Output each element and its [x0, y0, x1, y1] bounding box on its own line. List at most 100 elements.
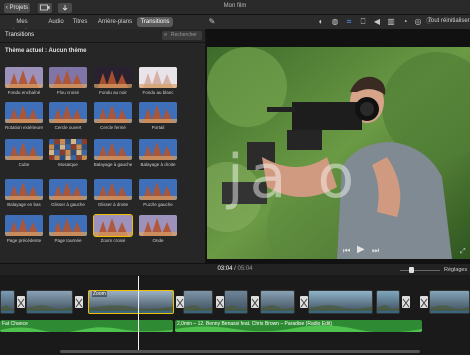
search-placeholder: Rechercher [171, 32, 197, 38]
tab-transitions[interactable]: Transitions [137, 17, 173, 27]
transition-tile-label: Glisser à droite [97, 202, 129, 207]
transition-tile[interactable] [139, 102, 177, 123]
transition-tile[interactable] [49, 139, 87, 160]
window-title: Mon film [223, 3, 247, 9]
video-clip[interactable] [183, 290, 213, 314]
timeline-transition[interactable] [251, 296, 259, 308]
transition-tile[interactable] [49, 67, 87, 88]
browser-header: Transitions ⌕ Rechercher [0, 29, 205, 43]
equalizer-icon[interactable]: ▥ [386, 17, 396, 27]
transition-tile-label: Balayage à gauche [93, 162, 133, 167]
play-button[interactable]: ▶ [357, 244, 365, 255]
timeline[interactable] [0, 275, 470, 355]
transition-tile[interactable] [139, 215, 177, 236]
video-clip[interactable] [26, 290, 73, 314]
transition-tile-label: Fondu enchaîné [7, 90, 41, 95]
transition-tile[interactable] [139, 67, 177, 88]
timeline-transition[interactable] [176, 296, 184, 308]
transition-tile[interactable] [49, 179, 87, 200]
clip-title: Zoom [92, 291, 107, 297]
magic-wand-icon[interactable]: ✎ [207, 17, 217, 27]
transition-tile-label: Page tournée [54, 238, 82, 243]
zoom-slider-knob[interactable] [409, 267, 414, 273]
tab-my-media[interactable]: Mes données [4, 17, 40, 35]
color-correction-icon[interactable]: ◍ [330, 17, 340, 27]
transition-tile-label: Fondu au noir [99, 90, 127, 95]
volume-icon[interactable]: ◀ [372, 17, 382, 27]
skip-forward-button[interactable]: ⏭ [372, 246, 379, 256]
transition-tile[interactable] [139, 139, 177, 160]
tab-titles[interactable]: Titres [71, 17, 89, 27]
transition-tile[interactable] [5, 139, 43, 160]
transition-tile[interactable] [94, 102, 132, 123]
timeline-transition[interactable] [402, 296, 410, 308]
transition-tile[interactable] [5, 215, 43, 236]
title-bar: ‹ Projets Mon film [0, 0, 470, 15]
transition-tile[interactable] [94, 139, 132, 160]
transition-tile-label: Zoom croisé [100, 238, 126, 243]
timeline-scrollbar[interactable] [60, 350, 420, 353]
theme-label: Thème actuel : Aucun thème [5, 48, 87, 54]
video-clip[interactable] [376, 290, 400, 314]
current-time: 03:04 [217, 266, 233, 272]
playhead[interactable] [138, 276, 139, 350]
skip-forward-icon: ⏭ [372, 246, 380, 255]
transition-tile-label: Portail [151, 125, 165, 130]
watermark: ja o [227, 142, 361, 212]
video-clip[interactable] [0, 290, 15, 314]
transition-tile[interactable] [49, 102, 87, 123]
reset-all-button[interactable]: Tout réinitialiser [428, 18, 470, 24]
tab-audio[interactable]: Audio [46, 17, 66, 27]
tab-backgrounds[interactable]: Arrière-plans [95, 17, 135, 27]
transition-tile-label: Glisser à gauche [51, 202, 85, 207]
transition-tile-label: Rotation extérieure [4, 125, 44, 130]
total-time: 05:04 [237, 266, 253, 272]
transition-tile[interactable] [93, 214, 133, 237]
transition-tile[interactable] [94, 179, 132, 200]
audio-clip-2-label: 2,0min – 12. Benny Benassi feat. Chris B… [177, 321, 333, 327]
transition-tile-label: Cercle fermé [100, 125, 126, 130]
play-icon: ▶ [357, 244, 365, 255]
transition-tile[interactable] [5, 67, 43, 88]
video-clip[interactable] [224, 290, 248, 314]
search-field[interactable]: ⌕ Rechercher [162, 31, 202, 40]
fullscreen-button[interactable]: ⤢ [460, 248, 466, 256]
video-clip[interactable] [429, 290, 470, 314]
transition-tile-label: Mosaïque [58, 162, 78, 167]
skip-back-button[interactable]: ⏮ [343, 246, 350, 256]
browser-title: Transitions [5, 32, 35, 38]
transition-tile-label: Page précédente [6, 238, 42, 243]
video-clip[interactable] [308, 290, 373, 314]
timeline-transition[interactable] [420, 296, 428, 308]
video-clip[interactable] [260, 290, 295, 314]
transition-tile[interactable] [5, 102, 43, 123]
timeline-transition[interactable] [75, 296, 83, 308]
fullscreen-icon: ⤢ [460, 248, 466, 255]
transition-tile-label: Onde [152, 238, 164, 243]
transition-tile-label: Balayage en bas [7, 202, 41, 207]
timeline-transition[interactable] [300, 296, 308, 308]
speed-icon[interactable]: ◔ [400, 17, 410, 27]
transition-tile-label: Balayage à droite [140, 162, 176, 167]
video-frame[interactable]: ja o [207, 47, 470, 259]
timeline-transition[interactable] [17, 296, 25, 308]
zoom-slider-track[interactable] [400, 270, 440, 271]
stabilize-icon[interactable]: ⎕ [358, 17, 368, 27]
timeline-transition[interactable] [216, 296, 224, 308]
transition-tile-label: Cube [18, 162, 30, 167]
transition-tile[interactable] [139, 179, 177, 200]
color-balance-icon[interactable]: ◐ [316, 17, 326, 27]
crop-icon[interactable]: ⌗ [344, 17, 354, 27]
timeline-settings-button[interactable]: Réglages [444, 267, 467, 273]
transition-tile[interactable] [94, 67, 132, 88]
filter-icon[interactable]: ◎ [413, 17, 423, 27]
transition-tile-label: Flou croisé [56, 90, 79, 95]
audio-clip-1-label: Fat Chance [2, 321, 28, 327]
transition-tile-label: Cercle ouvert [54, 125, 82, 130]
transition-tile[interactable] [49, 215, 87, 236]
transition-tile[interactable] [5, 179, 43, 200]
transition-tile-label: Fondu au blanc [142, 90, 174, 95]
transition-tile-label: Puzzle gauche [143, 202, 173, 207]
skip-back-icon: ⏮ [343, 246, 351, 255]
timecode: 03:04 / 05:04 [0, 266, 470, 272]
